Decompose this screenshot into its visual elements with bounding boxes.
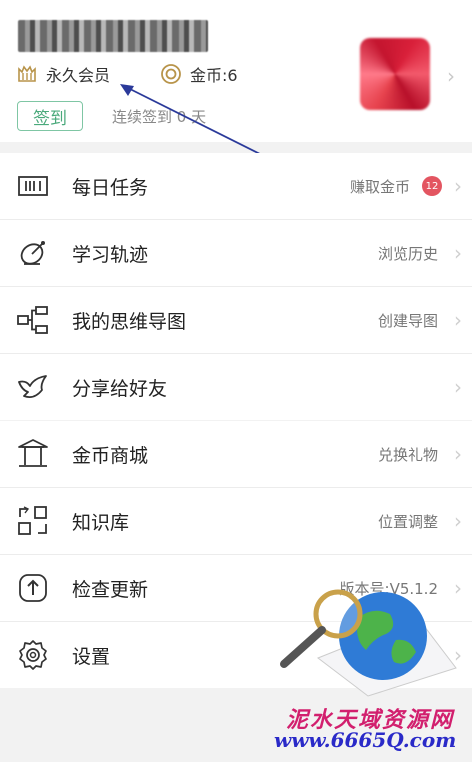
menu-item-share[interactable]: 分享给好友 › bbox=[0, 354, 472, 420]
share-bird-icon bbox=[18, 375, 47, 399]
chevron-right-icon: › bbox=[454, 509, 462, 533]
checkin-streak-text: 连续签到 0 天 bbox=[112, 108, 207, 126]
profile-header[interactable]: 永久会员 金币:6 签到 连续签到 0 天 › bbox=[0, 0, 472, 142]
chevron-right-icon: › bbox=[454, 442, 462, 466]
menu-item-label: 分享给好友 bbox=[72, 377, 168, 400]
menu-item-hint: 位置调整 bbox=[377, 512, 438, 531]
menu-item-label: 金币商城 bbox=[72, 444, 149, 467]
menu-item-label: 检查更新 bbox=[72, 578, 149, 601]
menu-item-label: 学习轨迹 bbox=[72, 243, 149, 266]
menu-item-hint: 赚取金币 bbox=[349, 177, 410, 196]
gear-icon bbox=[19, 640, 47, 670]
chevron-right-icon: › bbox=[454, 241, 462, 265]
menu-item-label: 我的思维导图 bbox=[72, 310, 187, 333]
menu-item-knowledge-base[interactable]: 知识库 位置调整 › bbox=[0, 488, 472, 555]
menu-item-mind-map[interactable]: 我的思维导图 创建导图 › bbox=[0, 287, 472, 354]
store-pavilion-icon bbox=[18, 439, 48, 467]
chevron-right-icon: › bbox=[454, 174, 462, 198]
member-crown-icon bbox=[18, 65, 36, 82]
watermark-url: www.6665Q.com bbox=[274, 728, 457, 752]
chevron-right-icon: › bbox=[454, 375, 462, 399]
notification-badge: 12 bbox=[422, 176, 442, 196]
menu-item-hint: 兑换礼物 bbox=[377, 445, 438, 464]
knowledge-grid-icon bbox=[18, 506, 47, 535]
avatar[interactable] bbox=[360, 38, 430, 110]
checkin-button[interactable]: 签到 bbox=[17, 101, 83, 131]
menu-section-1: 每日任务 赚取金币 12 › 学习轨迹 浏览历史 › 我的思维导图 创建导图 ›… bbox=[0, 153, 472, 420]
member-status[interactable]: 永久会员 bbox=[16, 62, 110, 86]
watermark-globe-magnifier-icon bbox=[280, 589, 457, 697]
menu-item-coin-store[interactable]: 金币商城 兑换礼物 › bbox=[0, 421, 472, 488]
menu-item-learning-track[interactable]: 学习轨迹 浏览历史 › bbox=[0, 220, 472, 287]
menu-item-hint: 创建导图 bbox=[377, 311, 438, 330]
coin-balance[interactable]: 金币:6 bbox=[160, 62, 238, 86]
menu-item-hint: 浏览历史 bbox=[377, 244, 438, 263]
coin-label: 金币:6 bbox=[190, 66, 238, 85]
satellite-dish-icon bbox=[20, 241, 45, 265]
member-label: 永久会员 bbox=[46, 66, 111, 85]
username bbox=[18, 20, 208, 52]
update-arrow-icon bbox=[19, 574, 47, 602]
chevron-right-icon: › bbox=[447, 64, 455, 88]
menu-item-label: 设置 bbox=[72, 645, 111, 668]
menu-item-label: 每日任务 bbox=[72, 176, 149, 199]
task-barcode-icon bbox=[18, 176, 48, 196]
coin-icon bbox=[161, 64, 181, 84]
mindmap-icon bbox=[17, 306, 48, 334]
menu-item-daily-tasks[interactable]: 每日任务 赚取金币 12 › bbox=[0, 153, 472, 220]
menu-item-label: 知识库 bbox=[72, 511, 130, 534]
chevron-right-icon: › bbox=[454, 308, 462, 332]
